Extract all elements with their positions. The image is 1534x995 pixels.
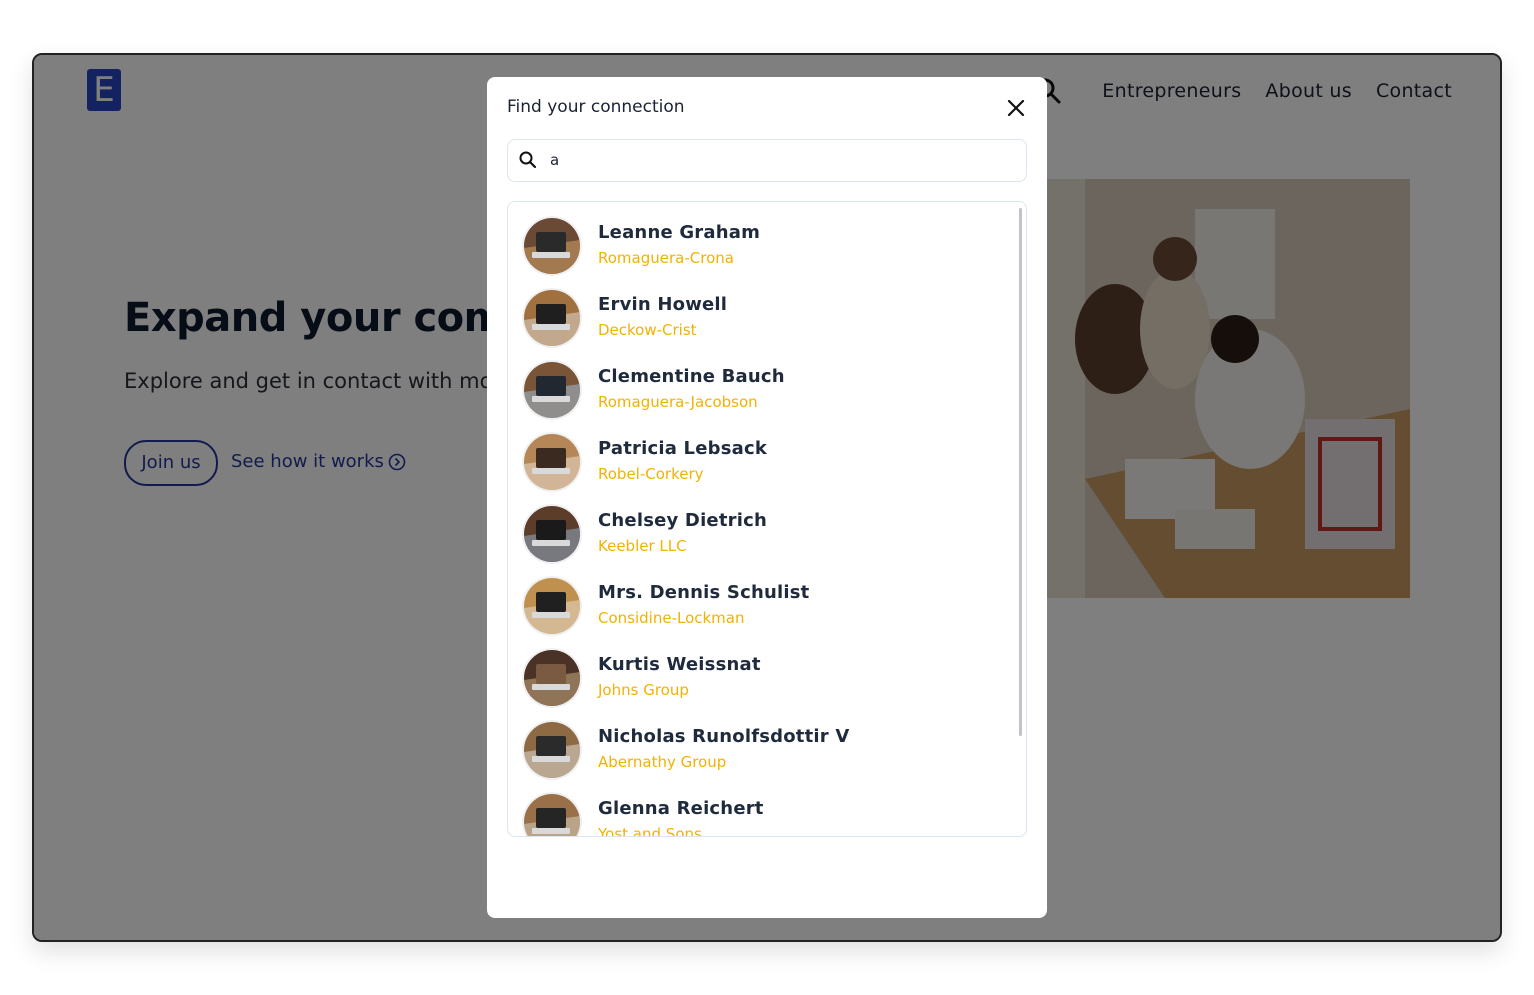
- avatar: [524, 434, 580, 490]
- search-icon: [518, 150, 538, 170]
- list-item[interactable]: Nicholas Runolfsdottir V Abernathy Group: [524, 722, 1004, 782]
- result-name: Patricia Lebsack: [598, 438, 768, 459]
- result-name: Kurtis Weissnat: [598, 654, 761, 675]
- close-icon[interactable]: [1005, 97, 1027, 119]
- result-company: Deckow-Crist: [598, 321, 697, 339]
- avatar: [524, 506, 580, 562]
- list-item[interactable]: Kurtis Weissnat Johns Group: [524, 650, 1004, 710]
- avatar: [524, 578, 580, 634]
- result-name: Leanne Graham: [598, 222, 761, 243]
- list-item[interactable]: Glenna Reichert Yost and Sons: [524, 794, 1004, 837]
- result-name: Ervin Howell: [598, 294, 728, 315]
- avatar: [524, 290, 580, 346]
- list-item[interactable]: Leanne Graham Romaguera-Crona: [524, 218, 1004, 278]
- list-item[interactable]: Ervin Howell Deckow-Crist: [524, 290, 1004, 350]
- results-list[interactable]: Leanne Graham Romaguera-Crona Ervin Howell…: [507, 201, 1027, 837]
- avatar: [524, 362, 580, 418]
- search-input[interactable]: [550, 148, 1010, 172]
- result-name: Mrs. Dennis Schulist: [598, 582, 810, 603]
- list-item[interactable]: Clementine Bauch Romaguera-Jacobson: [524, 362, 1004, 422]
- result-name: Glenna Reichert: [598, 798, 764, 819]
- avatar: [524, 218, 580, 274]
- result-name: Nicholas Runolfsdottir V: [598, 726, 850, 747]
- avatar: [524, 794, 580, 836]
- result-name: Chelsey Dietrich: [598, 510, 767, 531]
- result-name: Clementine Bauch: [598, 366, 785, 387]
- result-company: Romaguera-Jacobson: [598, 393, 758, 411]
- avatar: [524, 650, 580, 706]
- result-company: Yost and Sons: [598, 825, 702, 837]
- search-field[interactable]: [507, 139, 1027, 182]
- result-company: Keebler LLC: [598, 537, 687, 555]
- result-company: Considine-Lockman: [598, 609, 745, 627]
- result-company: Johns Group: [598, 681, 689, 699]
- results-scrollbar[interactable]: [1019, 208, 1022, 736]
- result-company: Robel-Corkery: [598, 465, 704, 483]
- modal-title: Find your connection: [507, 97, 685, 117]
- list-item[interactable]: Mrs. Dennis Schulist Considine-Lockman: [524, 578, 1004, 638]
- avatar: [524, 722, 580, 778]
- list-item[interactable]: Chelsey Dietrich Keebler LLC: [524, 506, 1004, 566]
- connection-search-modal: Find your connection Leanne Graham Romagu…: [487, 77, 1047, 918]
- result-company: Romaguera-Crona: [598, 249, 734, 267]
- list-item[interactable]: Patricia Lebsack Robel-Corkery: [524, 434, 1004, 494]
- result-company: Abernathy Group: [598, 753, 727, 771]
